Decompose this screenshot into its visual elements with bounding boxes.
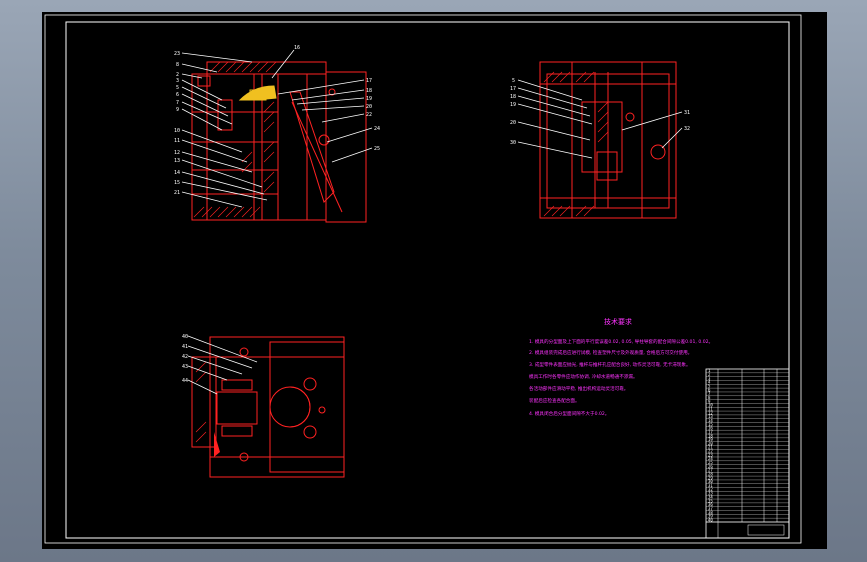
plan-label: 42: [182, 354, 188, 360]
front-label: 20: [366, 104, 372, 110]
cad-drawing-canvas: 23 8 2 3 5 6 7 9 10 11 12 13 14 15 21 16…: [44, 14, 802, 544]
plan-label: 41: [182, 344, 188, 350]
front-label: 15: [174, 180, 180, 186]
cad-drawing-viewport[interactable]: 23 8 2 3 5 6 7 9 10 11 12 13 14 15 21 16…: [42, 12, 827, 549]
side-label: 18: [510, 94, 516, 100]
tech-requirement-line: 装配后应检查各配合面。: [529, 397, 580, 404]
front-label: 6: [176, 92, 179, 98]
side-label: 32: [684, 126, 690, 132]
tech-requirement-line: 4. 模具闭合后分型面间隙不大于0.02。: [529, 410, 609, 417]
side-section-view: 5 17 18 19 20 30 31 32: [510, 61, 690, 219]
front-label: 8: [176, 62, 179, 68]
plan-label: 44: [182, 378, 188, 384]
plan-view: 40 41 42 43 44: [182, 334, 345, 478]
tech-requirements-notes: 技术要求 1. 模具的分型面及上下面的平行度误差0.02, 0.05, 导柱导套…: [529, 317, 713, 417]
tech-requirement-line: 1. 模具的分型面及上下面的平行度误差0.02, 0.05, 导柱导套的配合间隙…: [529, 338, 713, 345]
front-label: 16: [294, 45, 300, 51]
side-label: 5: [512, 78, 515, 84]
front-label: 18: [366, 88, 372, 94]
tech-requirement-line: 2. 模具组装完成后应进行试模, 检查塑件尺寸及外观质量, 合格后方可交付使用。: [529, 349, 692, 356]
tech-requirements-title: 技术要求: [604, 317, 632, 326]
front-label: 14: [174, 170, 180, 176]
front-label: 7: [176, 100, 179, 106]
front-label: 12: [174, 150, 180, 156]
front-label: 25: [374, 146, 380, 152]
title-block-row-number: 40: [708, 517, 713, 522]
front-label: 9: [176, 107, 179, 113]
front-label: 17: [366, 78, 372, 84]
inner-drawing-frame: [65, 21, 790, 539]
side-label: 19: [510, 102, 516, 108]
front-label: 22: [366, 112, 372, 118]
front-section-view: 23 8 2 3 5 6 7 9 10 11 12 13 14 15 21 16…: [174, 45, 380, 223]
side-label: 17: [510, 86, 516, 92]
front-label: 21: [174, 190, 180, 196]
front-label: 24: [374, 126, 380, 132]
tech-requirement-line: 3. 成型零件表面应抛光, 推杆与推杆孔应配合良好, 动作灵活可靠, 无卡滞现象…: [529, 361, 691, 368]
front-label: 3: [176, 78, 179, 84]
front-label: 19: [366, 96, 372, 102]
side-label: 31: [684, 110, 690, 116]
side-label: 20: [510, 120, 516, 126]
outer-sheet-border: [44, 14, 802, 544]
front-label: 10: [174, 128, 180, 134]
front-label: 13: [174, 158, 180, 164]
front-label: 5: [176, 85, 179, 91]
title-block: 1234567891011121314151617181920212223242…: [705, 368, 790, 539]
tech-requirement-line: 各活动部件应滑动平稳, 推出机构运动灵活可靠。: [529, 385, 628, 392]
tech-requirement-line: 模具工作时各零件应动作协调, 冷却水道畅通不渗漏。: [529, 373, 638, 380]
plan-label: 40: [182, 334, 188, 340]
front-label: 23: [174, 51, 180, 57]
plan-label: 43: [182, 364, 188, 370]
side-label: 30: [510, 140, 516, 146]
front-label: 11: [174, 138, 180, 144]
